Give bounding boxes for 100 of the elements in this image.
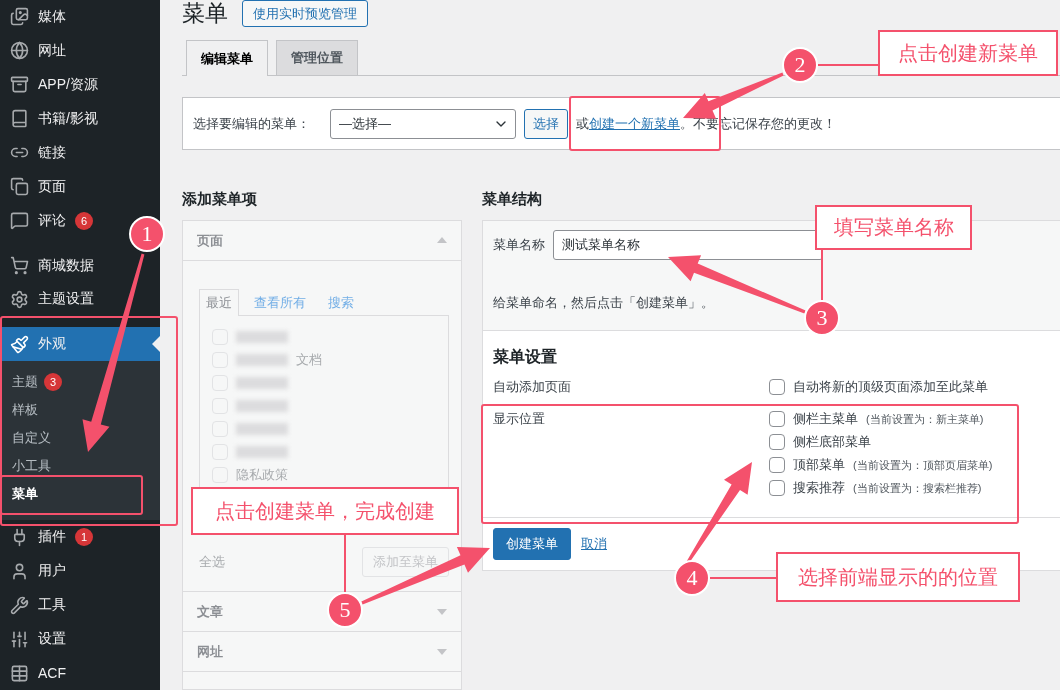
nav-tab[interactable]: 管理位置 xyxy=(276,40,358,75)
submenu-item[interactable]: 自定义 xyxy=(0,424,160,453)
option-note: (当前设置为：新主菜单) xyxy=(866,411,984,427)
sidebar-label: ACF xyxy=(38,665,66,682)
sidebar-icon xyxy=(10,334,29,354)
sidebar-label: 工具 xyxy=(38,596,66,615)
checkbox[interactable] xyxy=(769,457,785,473)
count-badge: 3 xyxy=(44,373,62,392)
checkbox-option[interactable]: 自动将新的顶级页面添加至此菜单 xyxy=(769,378,1050,396)
submenu-label: 样板 xyxy=(12,401,38,420)
sidebar-item[interactable]: 页面 xyxy=(0,169,74,204)
sidebar-item[interactable]: 商城数据 xyxy=(0,248,102,283)
sidebar-label: 书籍/影视 xyxy=(38,109,98,128)
setting-label: 自动添加页面 xyxy=(493,378,572,396)
step-number: 2 xyxy=(782,47,818,83)
sidebar-label: 链接 xyxy=(38,143,66,162)
count-badge: 6 xyxy=(75,211,93,230)
leader-line xyxy=(817,64,879,66)
sidebar-label: 媒体 xyxy=(38,7,66,26)
create-menu-button[interactable]: 创建菜单 xyxy=(493,528,571,560)
sidebar-item[interactable]: 主题设置 xyxy=(0,282,102,317)
sidebar-label: 页面 xyxy=(38,177,66,196)
leader-line xyxy=(821,249,823,301)
sidebar-item[interactable]: 书籍/影视 xyxy=(0,101,106,136)
callout-label: 点击创建新菜单 xyxy=(878,30,1058,76)
option-note: (当前设置为：搜索栏推荐) xyxy=(853,480,982,496)
sidebar-label: 设置 xyxy=(38,630,66,649)
blurred-text xyxy=(236,445,288,458)
accordion-title: 页面 xyxy=(197,231,223,250)
live-preview-button[interactable]: 使用实时预览管理 xyxy=(242,0,368,27)
checkbox-option[interactable]: 侧栏底部菜单 xyxy=(769,433,1050,451)
checkbox[interactable] xyxy=(769,411,785,427)
sidebar-icon xyxy=(10,629,29,649)
sidebar-icon xyxy=(10,109,29,129)
sidebar-icon xyxy=(10,561,29,581)
sidebar-label: 网址 xyxy=(38,41,66,60)
accordion-title: 文章 xyxy=(197,602,223,621)
blurred-text xyxy=(236,399,288,412)
sidebar-item[interactable]: 评论 6 xyxy=(0,203,101,238)
sidebar-label: 评论 xyxy=(38,211,66,230)
sidebar-item[interactable]: 插件 1 xyxy=(0,520,101,555)
option-note: (当前设置为：顶部页眉菜单) xyxy=(853,457,993,473)
sidebar-icon xyxy=(10,256,29,276)
sidebar-icon xyxy=(10,75,29,95)
option-label: 顶部菜单 xyxy=(793,456,845,474)
sidebar-item[interactable]: ACF xyxy=(0,656,74,690)
sidebar-icon xyxy=(10,41,29,61)
sidebar-label: 外观 xyxy=(38,335,66,354)
sidebar-label: APP/资源 xyxy=(38,75,98,94)
settings-heading: 菜单设置 xyxy=(493,347,558,367)
submenu-item[interactable]: 主题 3 xyxy=(0,368,160,397)
checkbox-option[interactable]: 顶部菜单 (当前设置为：顶部页眉菜单) xyxy=(769,456,1050,474)
sidebar-item[interactable]: 设置 xyxy=(0,622,74,657)
cancel-link[interactable]: 取消 xyxy=(581,535,607,553)
create-menu-link[interactable]: 创建一个新菜单 xyxy=(589,115,680,131)
sidebar-item[interactable]: APP/资源 xyxy=(0,67,106,102)
sidebar-item[interactable]: 工具 xyxy=(0,588,74,623)
field-label: 菜单名称 xyxy=(493,236,545,254)
page-title: 菜单 xyxy=(182,0,228,28)
step-number: 4 xyxy=(674,560,710,596)
sidebar-icon xyxy=(10,211,29,231)
option-label: 自动将新的顶级页面添加至此菜单 xyxy=(793,378,988,396)
checkbox[interactable] xyxy=(769,379,785,395)
blurred-text xyxy=(236,422,288,435)
select-button[interactable]: 选择 xyxy=(524,108,568,139)
menu-select[interactable]: —选择— xyxy=(330,108,516,139)
checkbox[interactable] xyxy=(769,480,785,496)
count-badge: 1 xyxy=(75,528,93,547)
select-label: 选择要编辑的菜单： xyxy=(193,114,310,133)
option-label: 搜索推荐 xyxy=(793,479,845,497)
checkbox-option[interactable]: 搜索推荐 (当前设置为：搜索栏推荐) xyxy=(769,479,1050,497)
sidebar-icon xyxy=(10,7,29,27)
accordion-title: 网址 xyxy=(197,642,223,661)
select-value: —选择— xyxy=(339,114,391,133)
nav-tab[interactable]: 编辑菜单 xyxy=(186,40,268,76)
sidebar-icon xyxy=(10,289,29,309)
sidebar-item[interactable]: 外观 xyxy=(0,327,160,362)
option-label: 侧栏主菜单 xyxy=(793,410,858,428)
submenu-item[interactable]: 菜单 xyxy=(0,480,160,509)
checkbox-option[interactable]: 侧栏主菜单 (当前设置为：新主菜单) xyxy=(769,410,1050,428)
sidebar-item[interactable]: 媒体 xyxy=(0,0,74,34)
sidebar-item[interactable]: 用户 xyxy=(0,554,74,589)
callout-label: 点击创建菜单，完成创建 xyxy=(191,487,459,535)
submenu-label: 菜单 xyxy=(12,485,38,504)
submenu-item[interactable]: 小工具 xyxy=(0,452,160,481)
select-all-label: 全选 xyxy=(199,553,225,571)
leader-line xyxy=(344,534,346,593)
submenu-label: 小工具 xyxy=(12,457,51,476)
page-title-text: 隐私政策 xyxy=(236,465,288,484)
blurred-text xyxy=(236,353,288,366)
menu-name-field[interactable]: 测试菜单名称 xyxy=(553,230,823,260)
checkbox[interactable] xyxy=(769,434,785,450)
sidebar-icon xyxy=(10,177,29,197)
blurred-text xyxy=(236,376,288,389)
sidebar-icon xyxy=(10,663,29,683)
callout-label: 选择前端显示的的位置 xyxy=(776,552,1020,602)
sidebar-item[interactable]: 网址 xyxy=(0,33,74,68)
sidebar-label: 主题设置 xyxy=(38,290,94,309)
submenu-item[interactable]: 样板 xyxy=(0,396,160,425)
sidebar-item[interactable]: 链接 xyxy=(0,135,74,170)
